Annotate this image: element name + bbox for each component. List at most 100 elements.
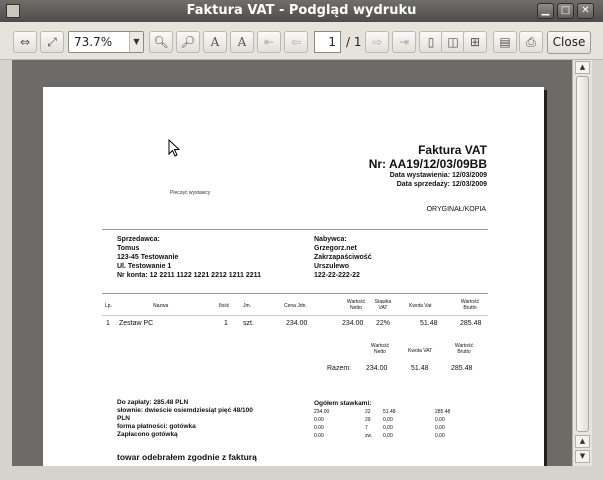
payment-method: forma płatności: gotówka	[117, 423, 196, 430]
amount-due: Do zapłaty: 285.48 PLN	[117, 399, 189, 406]
page-setup-icon: ▤	[499, 35, 511, 49]
close-window-button[interactable]: ✕	[577, 3, 594, 19]
rate-cell: 0.00	[314, 417, 324, 423]
rate-cell: 234.00	[314, 409, 330, 415]
divider	[102, 229, 488, 230]
fit-width-icon: ⇔	[19, 35, 31, 49]
rate-cell: 29	[365, 417, 371, 423]
total-net: 234.00	[366, 365, 388, 372]
scroll-up-arrow-icon[interactable]: ▲	[575, 61, 590, 74]
facing-pages-button[interactable]: ◫	[441, 31, 465, 53]
portrait-icon: A	[210, 35, 220, 49]
rates-heading: Ogółem stawkami:	[314, 400, 372, 407]
issuer-stamp: Pieczęć wystawcy	[170, 190, 211, 196]
fit-width-button[interactable]: ⇔	[13, 31, 37, 53]
table-cell: 1	[224, 320, 228, 327]
totals-header: Wartość Netto	[370, 343, 390, 355]
rate-cell: 285.48	[435, 409, 451, 415]
page-setup-button[interactable]: ▤	[493, 31, 517, 53]
paid-status: Zapłacono gotówką	[117, 431, 178, 438]
issue-date: Data wystawienia: 12/03/2009	[389, 172, 487, 179]
col-header: Wartość Brutto	[460, 299, 480, 311]
zoom-select[interactable]: 73.7% ▼	[68, 31, 144, 53]
table-top-rule	[102, 293, 488, 294]
previous-page-button[interactable]: ⇦	[284, 31, 308, 53]
buyer-name: Grzegorz.net	[314, 245, 357, 252]
page-total: / 1	[346, 35, 362, 49]
all-pages-button[interactable]: ⊞	[463, 31, 487, 53]
table-cell: szt.	[243, 320, 254, 327]
landscape-button[interactable]: A	[230, 31, 254, 53]
zoom-in-icon: 🔎︎	[180, 35, 196, 49]
seller-heading: Sprzedawca:	[117, 236, 160, 243]
col-header: Wartość Netto	[346, 299, 366, 311]
invoice-number: Nr: AA19/12/03/09BB	[368, 157, 487, 171]
rate-cell: 0.00	[383, 425, 393, 431]
first-page-icon: ⇤	[263, 35, 275, 49]
buyer-tax-id: 122-22-222-22	[314, 272, 360, 279]
rate-cell: 0.00	[435, 433, 445, 439]
arrow-left-icon: ⇦	[290, 35, 302, 49]
col-header: Stawka VAT	[374, 299, 392, 311]
totals-label: Razem:	[327, 365, 352, 372]
scroll-down-arrow-icon[interactable]: ▲	[575, 435, 590, 448]
last-page-icon: ⇥	[398, 35, 410, 49]
copy-label: ORYGINAŁ/KOPIA	[426, 206, 486, 213]
preview-toolbar: ⇔ ⤢ 73.7% ▼ 🔍︎ 🔎︎ A A ⇤ ⇦ 1 / 1 ⇨ ⇥ ▯ ◫ …	[0, 22, 603, 60]
scroll-thumb[interactable]	[576, 76, 589, 432]
table-header-rule	[102, 315, 488, 316]
portrait-button[interactable]: A	[203, 31, 227, 53]
zoom-in-button[interactable]: 🔎︎	[176, 31, 200, 53]
grid-icon: ⊞	[469, 35, 481, 49]
chevron-down-icon[interactable]: ▼	[129, 32, 143, 52]
window-title: Faktura VAT - Podgląd wydruku	[186, 3, 417, 18]
seller-account: Nr konta: 12 2211 1122 1221 2212 1211 22…	[117, 272, 262, 279]
first-page-button[interactable]: ⇤	[257, 31, 281, 53]
seller-name: Tomus	[117, 245, 140, 252]
col-header: Nazwa	[153, 303, 169, 309]
goods-received-note: towar odebrałem zgodnie z fakturą	[117, 452, 257, 462]
table-cell: 1	[106, 320, 110, 327]
rate-cell: 22	[365, 409, 371, 415]
invoice-title: Faktura VAT	[418, 143, 487, 157]
total-gross: 285.48	[451, 365, 473, 372]
currency: PLN	[117, 415, 130, 422]
sale-date: Data sprzedaży: 12/03/2009	[396, 181, 487, 188]
rate-cell: zw.	[365, 433, 373, 439]
zoom-value: 73.7%	[74, 35, 113, 49]
table-cell: 285.48	[460, 320, 482, 327]
buyer-line-2: Zakrzapaściwość	[314, 254, 372, 261]
single-page-button[interactable]: ▯	[419, 31, 443, 53]
window-titlebar[interactable]: Faktura VAT - Podgląd wydruku ▁ □ ✕	[0, 0, 603, 22]
col-header: Cena Jdn.	[284, 303, 307, 309]
scroll-down-arrow-icon[interactable]: ▼	[575, 450, 590, 463]
rate-cell: 0.00	[383, 417, 393, 423]
seller-postcode: 123-45 Testowanie	[117, 254, 179, 261]
rate-cell: 0.00	[383, 433, 393, 439]
page-number-input[interactable]: 1	[314, 31, 341, 53]
maximize-button[interactable]: □	[557, 3, 574, 19]
totals-header: Kwota VAT	[408, 348, 433, 354]
table-cell: 51.48	[420, 320, 438, 327]
print-button[interactable]: ⎙	[519, 31, 543, 53]
fit-page-button[interactable]: ⤢	[40, 31, 64, 53]
close-button[interactable]: Close	[547, 31, 591, 54]
col-header: Jm.	[243, 303, 252, 309]
rate-cell: 0.00	[435, 417, 445, 423]
minimize-button[interactable]: ▁	[537, 3, 554, 19]
invoice-page: Faktura VAT Nr: AA19/12/03/09BB Data wys…	[43, 87, 544, 466]
zoom-out-icon: 🔍︎	[153, 35, 169, 49]
col-header: Ilość	[219, 303, 230, 309]
last-page-button[interactable]: ⇥	[392, 31, 416, 53]
mouse-pointer-icon	[168, 139, 180, 157]
zoom-out-button[interactable]: 🔍︎	[149, 31, 173, 53]
fit-page-icon: ⤢	[47, 35, 57, 49]
vertical-scrollbar[interactable]: ▲ ▲ ▼	[572, 60, 592, 466]
table-cell: 234.00	[286, 320, 308, 327]
totals-header: Wartość Brutto	[454, 343, 474, 355]
col-header: Kwota Vat	[409, 303, 432, 309]
next-page-button[interactable]: ⇨	[365, 31, 389, 53]
facing-pages-icon: ◫	[447, 35, 459, 49]
buyer-city: Urszulewo	[314, 263, 350, 270]
preview-area[interactable]: Faktura VAT Nr: AA19/12/03/09BB Data wys…	[12, 60, 572, 466]
